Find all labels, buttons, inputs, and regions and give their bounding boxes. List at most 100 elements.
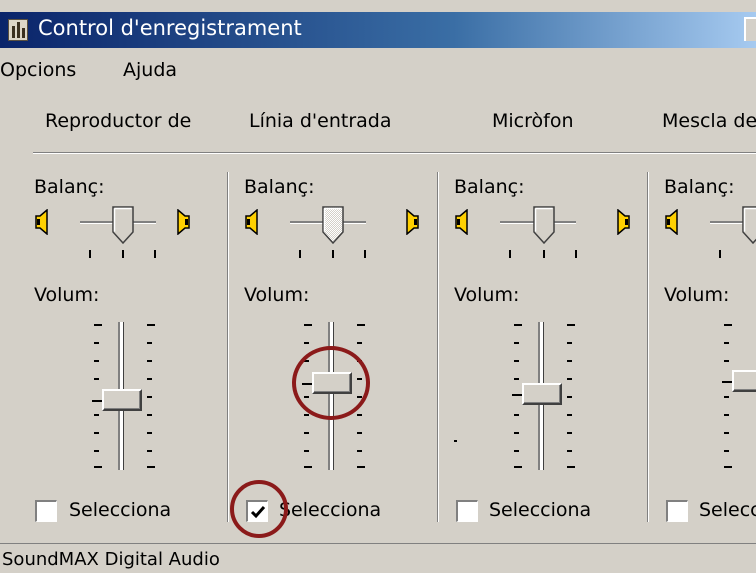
tick-mark (304, 342, 309, 344)
header-separator (33, 152, 756, 154)
balance-slider-thumb[interactable] (322, 206, 344, 244)
tick-mark (567, 324, 575, 326)
volume-slider-thumb[interactable] (512, 383, 562, 405)
tick-mark (154, 250, 156, 258)
speaker-right-icon (404, 209, 420, 235)
speaker-left-icon (454, 209, 470, 235)
speaker-right-icon (175, 209, 191, 235)
column-title-reproductor: Reproductor de (45, 110, 192, 132)
tick-mark (94, 378, 99, 380)
tick-mark (724, 432, 729, 434)
tick-mark (514, 450, 519, 452)
tick-mark (299, 250, 301, 258)
tick-mark (94, 342, 99, 344)
tick-mark (514, 432, 519, 434)
balance-slider-thumb[interactable] (742, 206, 756, 244)
select-checkbox[interactable] (35, 500, 57, 522)
volume-slider-thumb[interactable] (92, 389, 142, 411)
select-checkbox[interactable] (456, 500, 478, 522)
balance-slider-thumb[interactable] (533, 206, 555, 244)
window-title: Control d'enregistrament (38, 16, 302, 40)
tick-mark (509, 250, 511, 258)
column-title-linia-entrada: Línia d'entrada (249, 110, 392, 132)
tick-mark (724, 342, 729, 344)
tick-mark (719, 250, 721, 258)
column-separator (227, 172, 229, 522)
tick-mark (147, 342, 152, 344)
status-text: SoundMAX Digital Audio (2, 549, 220, 570)
tick-mark (724, 450, 729, 452)
speaker-right-icon (615, 209, 631, 235)
tick-mark (567, 378, 572, 380)
tick-mark (575, 250, 577, 258)
tick-mark (304, 432, 309, 434)
tick-mark (514, 466, 522, 468)
tick-mark (514, 324, 522, 326)
column-separator (647, 172, 649, 522)
tick-mark (514, 342, 519, 344)
menu-opcions[interactable]: Opcions (0, 59, 76, 81)
balance-slider-thumb[interactable] (112, 206, 134, 244)
select-label: Selecciona (489, 499, 592, 521)
tick-mark (122, 250, 124, 258)
select-label: Selecciona (699, 499, 756, 521)
tick-mark (514, 360, 519, 362)
tick-mark (724, 396, 729, 398)
balance-label: Balanç: (244, 176, 315, 198)
tick-mark (304, 324, 312, 326)
column-title-mescla: Mescla de (662, 110, 756, 132)
select-checkbox[interactable] (666, 500, 688, 522)
status-bar: SoundMAX Digital Audio (0, 543, 756, 573)
tick-mark (724, 414, 729, 416)
annotation-circle (230, 480, 288, 538)
tick-mark (724, 360, 729, 362)
app-icon (8, 19, 28, 41)
tick-mark (357, 324, 365, 326)
column-title-microfon: Micròfon (492, 110, 574, 132)
volume-label: Volum: (664, 284, 730, 306)
tick-mark (364, 250, 366, 258)
tick-mark (567, 360, 572, 362)
menu-ajuda[interactable]: Ajuda (123, 59, 177, 81)
speaker-left-icon (244, 209, 260, 235)
select-label: Selecciona (279, 499, 382, 521)
tick-mark (147, 378, 152, 380)
tick-mark (332, 250, 334, 258)
tick-mark (304, 414, 309, 416)
tick-mark (147, 324, 155, 326)
volume-slider-thumb[interactable] (722, 370, 756, 392)
tick-mark (89, 250, 91, 258)
tick-mark (94, 466, 102, 468)
tick-mark (94, 360, 99, 362)
tick-mark (514, 378, 519, 380)
tick-mark (357, 414, 362, 416)
tick-mark (567, 466, 575, 468)
tick-mark (147, 432, 152, 434)
tick-mark (567, 396, 572, 398)
tick-mark (147, 396, 152, 398)
tick-mark (94, 432, 99, 434)
tick-mark (514, 414, 519, 416)
tick-mark (724, 466, 732, 468)
tick-mark (147, 414, 152, 416)
tick-mark (304, 466, 312, 468)
speaker-left-icon (664, 209, 680, 235)
balance-label: Balanç: (34, 176, 105, 198)
tick-mark (543, 250, 545, 258)
volume-label: Volum: (454, 284, 520, 306)
tick-mark (357, 432, 362, 434)
tick-mark (357, 466, 365, 468)
title-bar[interactable]: Control d'enregistrament (0, 12, 756, 48)
tick-mark (304, 450, 309, 452)
tick-mark (357, 450, 362, 452)
tick-mark (357, 342, 362, 344)
volume-label: Volum: (34, 284, 100, 306)
tick-mark (567, 342, 572, 344)
tick-mark (567, 450, 572, 452)
minimize-button[interactable] (744, 17, 756, 41)
tick-mark (454, 440, 457, 442)
select-label: Selecciona (69, 499, 172, 521)
balance-label: Balanç: (454, 176, 525, 198)
tick-mark (567, 432, 572, 434)
tick-mark (724, 324, 732, 326)
